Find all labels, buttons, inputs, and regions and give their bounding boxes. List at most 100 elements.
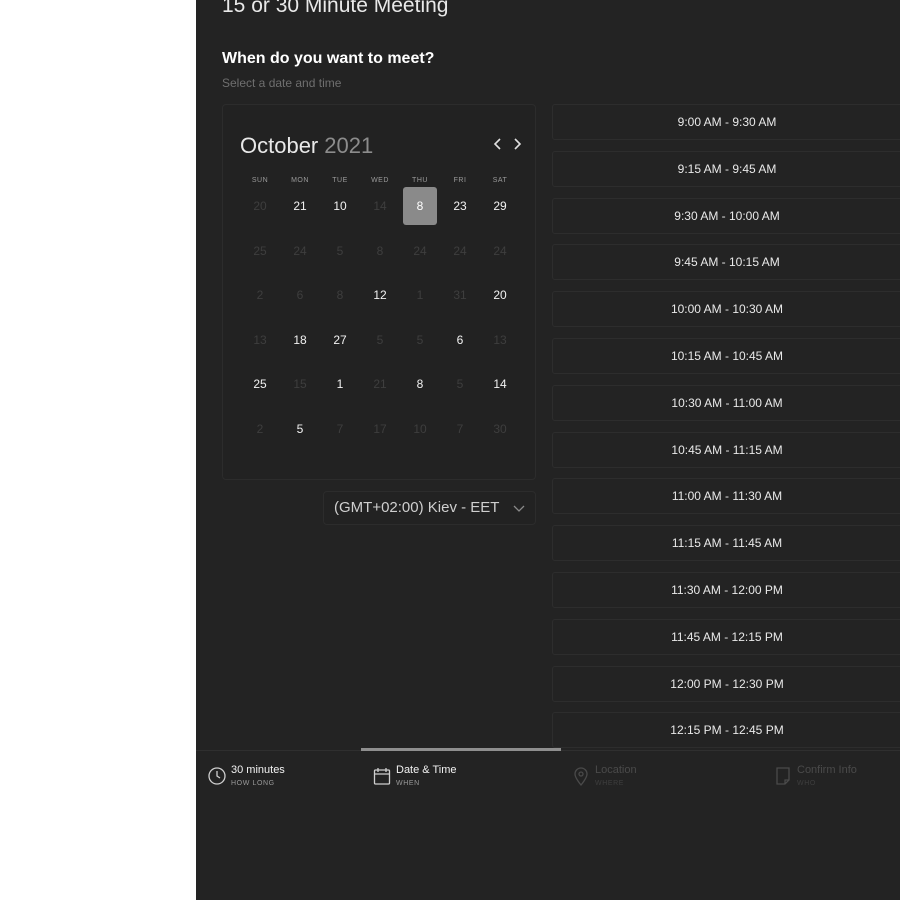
calendar-day: 24 bbox=[480, 229, 520, 274]
calendar-day[interactable]: 8 bbox=[400, 362, 440, 407]
calendar-day: 31 bbox=[440, 273, 480, 318]
chevron-right-icon bbox=[514, 138, 522, 150]
calendar-day[interactable]: 1 bbox=[320, 362, 360, 407]
chevron-left-icon bbox=[493, 138, 501, 150]
calendar-day: 2 bbox=[240, 273, 280, 318]
calendar-day-number: 24 bbox=[413, 243, 427, 258]
time-slot-button[interactable]: 9:00 AM - 9:30 AM bbox=[552, 104, 900, 140]
weekday-label: SAT bbox=[492, 177, 508, 184]
time-slot-button[interactable]: 12:00 PM - 12:30 PM bbox=[552, 665, 900, 702]
calendar-day-number: 24 bbox=[493, 243, 507, 258]
calendar-day-number: 8 bbox=[376, 243, 384, 258]
calendar-week: 13 18 27 5 5 6 13 bbox=[240, 318, 520, 363]
calendar-day: 8 bbox=[320, 273, 360, 318]
time-slot-button[interactable]: 11:30 AM - 12:00 PM bbox=[552, 571, 900, 608]
weekday-header: SUN MON TUE WED THU FRI SAT bbox=[240, 177, 520, 184]
calendar-day[interactable]: 27 bbox=[320, 318, 360, 363]
calendar-day-number: 7 bbox=[336, 421, 344, 436]
calendar-day: 13 bbox=[240, 318, 280, 363]
calendar-day: 15 bbox=[280, 362, 320, 407]
calendar-day: 5 bbox=[400, 318, 440, 363]
calendar-month: October bbox=[240, 133, 319, 158]
time-slot-button[interactable]: 11:45 AM - 12:15 PM bbox=[552, 618, 900, 655]
calendar-day-number: 24 bbox=[453, 243, 467, 258]
calendar-day-number: 6 bbox=[456, 332, 464, 347]
timezone-select[interactable]: (GMT+02:00) Kiev - EET bbox=[323, 491, 536, 525]
tab-location-label: Location bbox=[595, 764, 637, 776]
calendar-day-number: 27 bbox=[333, 332, 347, 347]
time-slot-button[interactable]: 11:00 AM - 11:30 AM bbox=[552, 478, 900, 515]
calendar-day: 30 bbox=[480, 407, 520, 452]
booking-panel: 15 or 30 Minute Meeting When do you want… bbox=[196, 0, 900, 900]
calendar-year: 2021 bbox=[324, 133, 374, 158]
calendar-day-number: 10 bbox=[333, 199, 347, 214]
calendar-day-number: 14 bbox=[373, 199, 387, 214]
calendar-day: 21 bbox=[360, 362, 400, 407]
time-slot-button[interactable]: 10:00 AM - 10:30 AM bbox=[552, 291, 900, 328]
time-slot-button[interactable]: 11:15 AM - 11:45 AM bbox=[552, 525, 900, 562]
calendar-day-number: 5 bbox=[296, 421, 304, 436]
location-pin-icon bbox=[574, 767, 588, 786]
calendar-day: 24 bbox=[440, 229, 480, 274]
time-slot-button[interactable]: 10:45 AM - 11:15 AM bbox=[552, 431, 900, 468]
calendar-day: 24 bbox=[400, 229, 440, 274]
tab-location-sublabel: WHERE bbox=[595, 780, 625, 787]
document-icon bbox=[776, 767, 790, 785]
calendar-day[interactable]: 18 bbox=[280, 318, 320, 363]
calendar-day[interactable]: 14 bbox=[480, 362, 520, 407]
chevron-down-icon bbox=[513, 505, 525, 512]
calendar-grid: SUN MON TUE WED THU FRI SAT 20 21 10 14 8 23 29 25 24 5… bbox=[240, 177, 520, 451]
time-slot-button[interactable]: 9:45 AM - 10:15 AM bbox=[552, 244, 900, 281]
calendar-week: 25 24 5 8 24 24 24 bbox=[240, 229, 520, 274]
calendar-day-number: 5 bbox=[456, 377, 464, 392]
time-slot-button[interactable]: 10:30 AM - 11:00 AM bbox=[552, 384, 900, 421]
time-slot-button[interactable]: 9:30 AM - 10:00 AM bbox=[552, 197, 900, 234]
calendar-day[interactable]: 25 bbox=[240, 362, 280, 407]
tab-date-time-label: Date & Time bbox=[396, 764, 457, 776]
calendar-day[interactable]: 23 bbox=[440, 184, 480, 229]
calendar-day-number: 2 bbox=[256, 421, 264, 436]
calendar-month-year: October 2021 bbox=[240, 133, 373, 159]
calendar-day-number: 20 bbox=[253, 199, 267, 214]
calendar-day[interactable]: 12 bbox=[360, 273, 400, 318]
weekday-label: MON bbox=[291, 177, 309, 184]
calendar-day[interactable]: 10 bbox=[320, 184, 360, 229]
next-month-button[interactable] bbox=[508, 135, 526, 153]
calendar-day[interactable]: 21 bbox=[280, 184, 320, 229]
tab-duration-label: 30 minutes bbox=[231, 764, 285, 776]
calendar-day-number: 1 bbox=[336, 377, 344, 392]
calendar-day[interactable]: 5 bbox=[280, 407, 320, 452]
calendar-day-number: 12 bbox=[373, 288, 387, 303]
weekday-label: WED bbox=[371, 177, 389, 184]
calendar-day[interactable]: 20 bbox=[480, 273, 520, 318]
time-slot-button[interactable]: 12:15 PM - 12:45 PM bbox=[552, 712, 900, 749]
calendar-day-number: 25 bbox=[253, 377, 267, 392]
timezone-value: (GMT+02:00) Kiev - EET bbox=[334, 499, 500, 516]
prev-month-button[interactable] bbox=[489, 135, 507, 153]
calendar-day: 2 bbox=[240, 407, 280, 452]
calendar-day-number: 18 bbox=[293, 332, 307, 347]
calendar-day-number: 30 bbox=[493, 421, 507, 436]
calendar-day: 14 bbox=[360, 184, 400, 229]
calendar-day: 5 bbox=[440, 362, 480, 407]
calendar-day: 20 bbox=[240, 184, 280, 229]
tab-confirm-info-label: Confirm Info bbox=[797, 764, 857, 776]
calendar-day-number: 23 bbox=[453, 199, 467, 214]
calendar-day-number: 25 bbox=[253, 243, 267, 258]
calendar-day-selected[interactable]: 8 bbox=[400, 184, 440, 229]
calendar-day: 24 bbox=[280, 229, 320, 274]
section-subheading: Select a date and time bbox=[222, 76, 342, 90]
calendar-day: 25 bbox=[240, 229, 280, 274]
calendar-day-number: 21 bbox=[293, 199, 307, 214]
calendar-day: 7 bbox=[440, 407, 480, 452]
time-slot-button[interactable]: 9:15 AM - 9:45 AM bbox=[552, 150, 900, 187]
calendar-day[interactable]: 6 bbox=[440, 318, 480, 363]
calendar-day: 8 bbox=[360, 229, 400, 274]
time-slot-button[interactable]: 10:15 AM - 10:45 AM bbox=[552, 337, 900, 374]
calendar-day-number: 7 bbox=[456, 421, 464, 436]
calendar-day: 5 bbox=[360, 318, 400, 363]
calendar-day-number: 1 bbox=[416, 288, 424, 303]
calendar-day-number: 15 bbox=[293, 377, 307, 392]
calendar-day[interactable]: 29 bbox=[480, 184, 520, 229]
calendar-day-number: 13 bbox=[253, 332, 267, 347]
